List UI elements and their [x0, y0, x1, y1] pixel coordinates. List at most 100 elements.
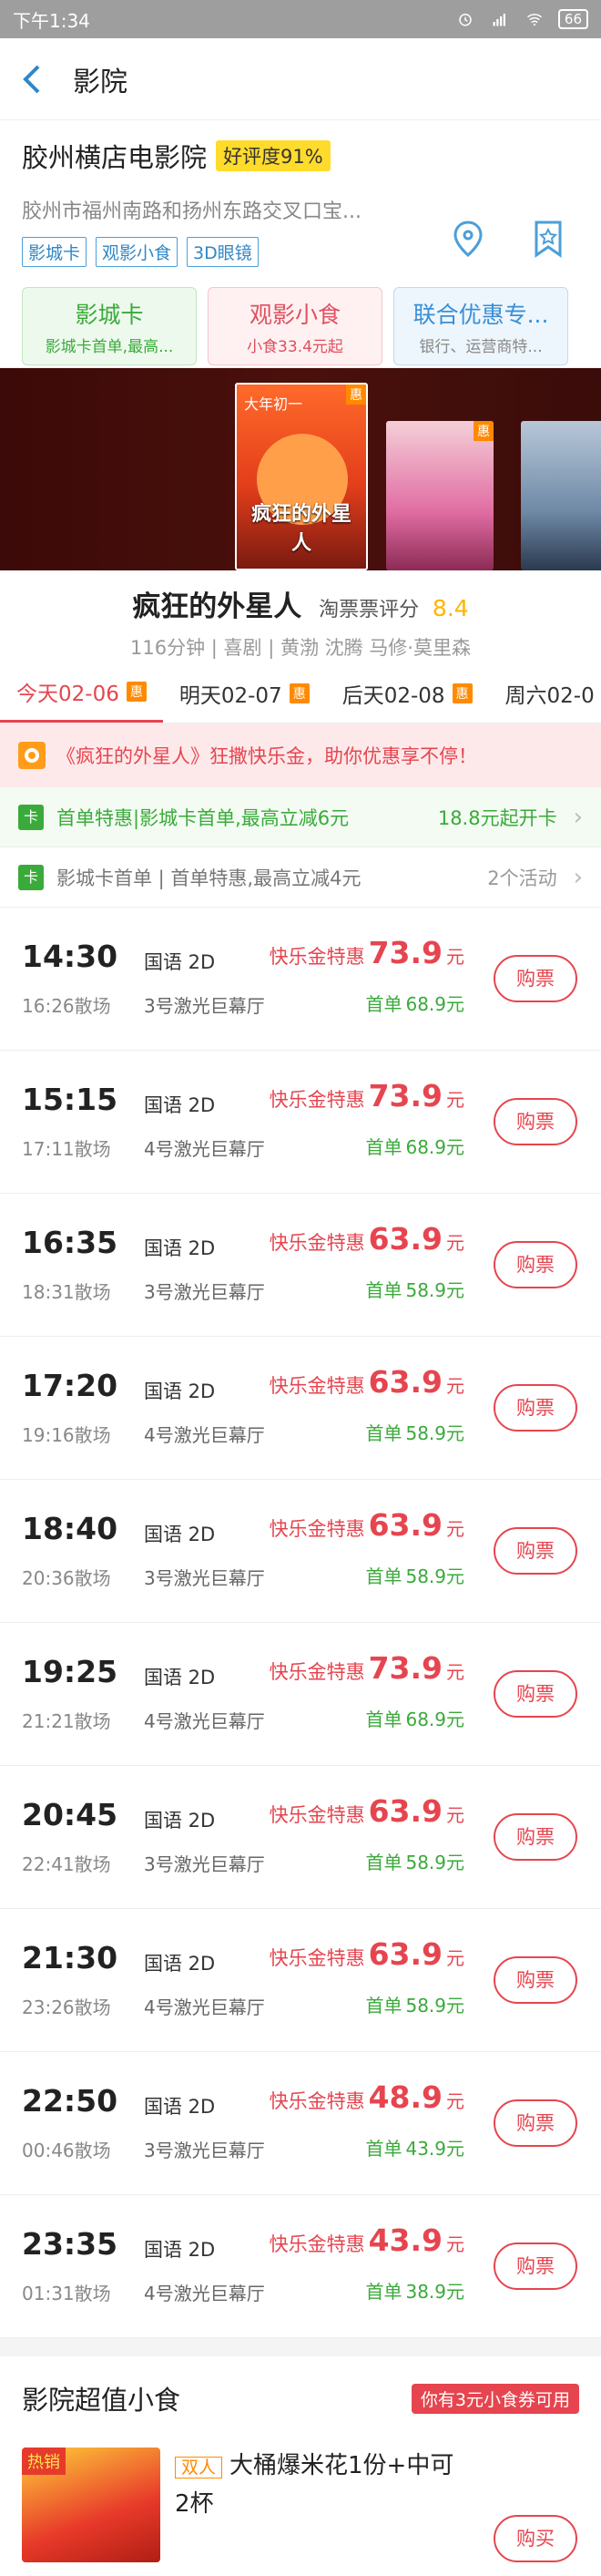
first-order-value: 68.9元	[405, 1136, 464, 1158]
price: 43.9	[368, 2222, 443, 2258]
showtime-row[interactable]: 14:30 16:26散场 国语 2D 3号激光巨幕厅 快乐金特惠 73.9 元首单 68.9…	[0, 908, 601, 1051]
poster-item[interactable]	[521, 421, 601, 570]
tab-label: 今天02-06	[16, 682, 119, 706]
start-time: 18:40	[22, 1511, 118, 1546]
card-title: 联合优惠专...	[413, 302, 549, 328]
price: 73.9	[368, 1650, 443, 1686]
back-button[interactable]	[20, 61, 56, 97]
promo-label: 快乐金特惠	[269, 1089, 365, 1111]
poster-caption: 疯狂的外星人	[250, 503, 351, 555]
currency-unit: 元	[446, 1375, 464, 1397]
poster-top-text: 大年初一	[244, 395, 303, 413]
showtime-row[interactable]: 15:15 17:11散场 国语 2D 4号激光巨幕厅 快乐金特惠 73.9 元首单 68.9…	[0, 1051, 601, 1194]
card-joint-offers[interactable]: 联合优惠专... 银行、运营商特...	[393, 287, 568, 365]
card-snacks[interactable]: 观影小食 小食33.4元起	[208, 287, 382, 365]
first-order-price: 首单 58.9元	[365, 1419, 464, 1445]
showtime-row[interactable]: 20:45 22:41散场 国语 2D 3号激光巨幕厅 快乐金特惠 63.9 元首单 58.9…	[0, 1766, 601, 1909]
location-icon[interactable]	[448, 219, 488, 259]
snack-item[interactable]: 热销 双人 大桶爆米花1份+中可2杯 购买	[0, 2440, 601, 2568]
cinema-cards: 影城卡 影城卡首单,最高... 观影小食 小食33.4元起 联合优惠专... 银…	[22, 287, 579, 365]
coupon-badge[interactable]: 你有3元小食券可用	[411, 2383, 579, 2414]
showtime-row[interactable]: 21:30 23:26散场 国语 2D 4号激光巨幕厅 快乐金特惠 63.9 元首单 58.9…	[0, 1909, 601, 2052]
first-order-label: 首单	[365, 1565, 402, 1587]
first-order-value: 38.9元	[405, 2281, 464, 2303]
buy-ticket-button[interactable]: 购票	[494, 1527, 577, 1575]
currency-unit: 元	[446, 1804, 464, 1826]
card-subtitle: 银行、运营商特...	[419, 338, 543, 356]
movie-title: 疯狂的外星人	[132, 590, 302, 623]
cinema-address[interactable]: 胶州市福州南路和扬州东路交叉口宝...	[22, 195, 404, 224]
first-order-price: 首单 68.9元	[365, 1705, 464, 1731]
price-row: 快乐金特惠 43.9 元	[270, 2222, 464, 2258]
end-time: 21:21散场	[22, 1710, 111, 1732]
buy-ticket-button[interactable]: 购票	[494, 1384, 577, 1432]
signal-icon	[493, 14, 505, 26]
first-order-label: 首单	[365, 993, 402, 1015]
buy-ticket-button[interactable]: 购票	[494, 1670, 577, 1718]
price-row: 快乐金特惠 63.9 元	[270, 1221, 464, 1257]
end-time: 20:36散场	[22, 1567, 111, 1589]
showtime-row[interactable]: 16:35 18:31散场 国语 2D 3号激光巨幕厅 快乐金特惠 63.9 元首单 58.9…	[0, 1194, 601, 1337]
first-order-value: 43.9元	[405, 2138, 464, 2160]
tab-saturday[interactable]: 周六02-0	[489, 663, 601, 723]
promo-banner[interactable]: 《疯狂的外星人》狂撒快乐金，助你优惠享不停！	[0, 724, 601, 787]
buy-ticket-button[interactable]: 购票	[494, 955, 577, 1002]
snack-header: 影院超值小食 你有3元小食券可用	[0, 2356, 601, 2440]
card-subtitle: 影城卡首单,最高...	[45, 338, 174, 356]
tab-label: 明天02-07	[178, 683, 282, 708]
language-format: 国语 2D	[144, 1380, 216, 1402]
hall-name: 3号激光巨幕厅	[144, 1853, 265, 1875]
first-order-value: 68.9元	[405, 993, 464, 1015]
hall-name: 3号激光巨幕厅	[144, 1567, 265, 1589]
buy-ticket-button[interactable]: 购票	[494, 2099, 577, 2147]
buy-ticket-button[interactable]: 购票	[494, 1956, 577, 2004]
tab-tomorrow[interactable]: 明天02-07 惠	[163, 663, 326, 723]
tab-today[interactable]: 今天02-06 惠	[0, 663, 163, 723]
discount-badge: 惠	[126, 682, 147, 702]
poster-selected[interactable]: 大年初一 惠 疯狂的外星人	[235, 383, 368, 570]
first-order-label: 首单	[365, 2281, 402, 2303]
showtime-row[interactable]: 23:35 01:31散场 国语 2D 4号激光巨幕厅 快乐金特惠 43.9 元首单 38.9…	[0, 2195, 601, 2338]
showtime-row[interactable]: 18:40 20:36散场 国语 2D 3号激光巨幕厅 快乐金特惠 63.9 元首单 58.9…	[0, 1480, 601, 1623]
section-divider	[0, 2338, 601, 2356]
discount-badge: 惠	[452, 682, 473, 703]
buy-ticket-button[interactable]: 购票	[494, 1813, 577, 1861]
showtime-row[interactable]: 19:25 21:21散场 国语 2D 4号激光巨幕厅 快乐金特惠 73.9 元首单 68.9…	[0, 1623, 601, 1766]
first-order-label: 首单	[365, 1422, 402, 1444]
buy-ticket-button[interactable]: 购票	[494, 1241, 577, 1288]
page-title: 影院	[73, 66, 127, 98]
poster-item[interactable]: 惠	[386, 421, 494, 570]
buy-ticket-button[interactable]: 购票	[494, 1098, 577, 1145]
price-row: 快乐金特惠 73.9 元	[270, 1650, 464, 1686]
showtime-list: 14:30 16:26散场 国语 2D 3号激光巨幕厅 快乐金特惠 73.9 元首单 68.9…	[0, 908, 601, 2338]
back-arrow-icon	[23, 65, 40, 93]
promo-text: 《疯狂的外星人》狂撒快乐金，助你优惠享不停！	[56, 745, 477, 767]
chevron-right-icon: ›	[573, 863, 583, 891]
favorite-icon[interactable]	[528, 219, 568, 259]
buy-ticket-button[interactable]: 购票	[494, 2242, 577, 2290]
showtime-row[interactable]: 17:20 19:16散场 国语 2D 4号激光巨幕厅 快乐金特惠 63.9 元首单 58.9…	[0, 1337, 601, 1480]
tab-day-after[interactable]: 后天02-08 惠	[326, 663, 489, 723]
currency-unit: 元	[446, 1947, 464, 1969]
card-title: 观影小食	[249, 302, 341, 328]
offer-activities[interactable]: 卡 影城卡首单 | 首单特惠,最高立减4元 2个活动 ›	[0, 847, 601, 908]
hall-name: 3号激光巨幕厅	[144, 2140, 265, 2161]
card-cinema-card[interactable]: 影城卡 影城卡首单,最高...	[22, 287, 197, 365]
promo-label: 快乐金特惠	[269, 946, 365, 968]
promo-label: 快乐金特惠	[269, 1947, 365, 1969]
offer-first-card[interactable]: 卡 首单特惠|影城卡首单,最高立减6元 18.8元起开卡 ›	[0, 787, 601, 847]
promo-label: 快乐金特惠	[269, 2233, 365, 2255]
language-format: 国语 2D	[144, 1524, 216, 1545]
hall-name: 3号激光巨幕厅	[144, 995, 265, 1017]
snack-buy-button[interactable]: 购买	[494, 2515, 577, 2562]
language-format: 国语 2D	[144, 1094, 216, 1116]
start-time: 22:50	[22, 2083, 118, 2119]
showtime-row[interactable]: 22:50 00:46散场 国语 2D 3号激光巨幕厅 快乐金特惠 48.9 元首单 43.9…	[0, 2052, 601, 2195]
score-label: 淘票票评分	[319, 599, 420, 621]
duo-badge: 双人	[175, 2457, 223, 2479]
poster-carousel[interactable]: 大年初一 惠 疯狂的外星人 惠	[0, 368, 601, 570]
promo-label: 快乐金特惠	[269, 1804, 365, 1826]
cinema-info: 胶州横店电影院 好评度91% 胶州市福州南路和扬州东路交叉口宝... 影城卡 观…	[0, 120, 601, 368]
currency-unit: 元	[446, 946, 464, 968]
price: 48.9	[368, 2079, 443, 2115]
